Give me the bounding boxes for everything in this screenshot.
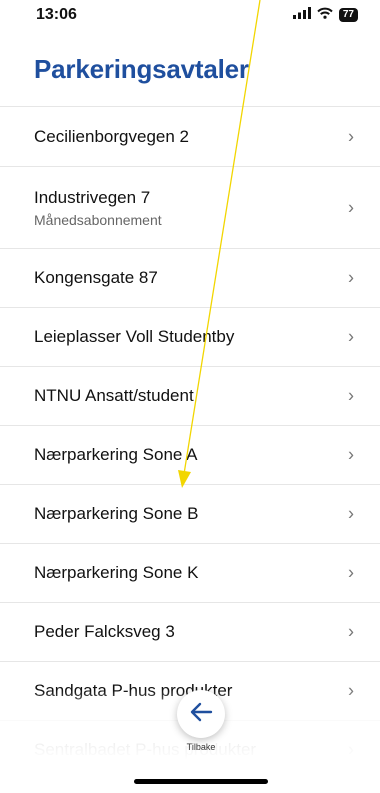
status-icons: 77 — [292, 6, 358, 24]
status-time: 13:06 — [36, 6, 77, 23]
chevron-right-icon: › — [348, 444, 354, 465]
list-item-label: Industrivegen 7 — [34, 187, 151, 207]
list-item-label: Peder Falcksveg 3 — [34, 622, 175, 641]
chevron-right-icon: › — [348, 326, 354, 347]
page-title: Parkeringsavtaler — [34, 54, 249, 84]
list-item[interactable]: Peder Falcksveg 3 › — [0, 602, 380, 661]
chevron-right-icon: › — [348, 267, 354, 288]
back-button[interactable] — [177, 690, 225, 738]
agreement-list: Cecilienborgvegen 2 › Industrivegen 7 Måned… — [0, 106, 380, 779]
list-item-label: Nærparkering Sone B — [34, 504, 199, 523]
list-item[interactable]: Nærparkering Sone K › — [0, 543, 380, 602]
wifi-icon — [317, 6, 333, 24]
status-bar: 13:06 77 — [0, 0, 380, 36]
back-control: Tilbake — [171, 690, 231, 752]
list-item-label: NTNU Ansatt/student — [34, 386, 194, 405]
list-item-label: Nærparkering Sone A — [34, 445, 198, 464]
list-item-sublabel: Månedsabonnement — [34, 211, 162, 228]
chevron-right-icon: › — [348, 197, 354, 217]
chevron-right-icon: › — [348, 385, 354, 406]
home-indicator — [134, 779, 268, 784]
list-item-label: Leieplasser Voll Studentby — [34, 327, 235, 346]
list-item-label: Cecilienborgvegen 2 — [34, 126, 189, 146]
list-item-label: Kongensgate 87 — [34, 268, 158, 287]
list-item[interactable]: Kongensgate 87 › — [0, 248, 380, 307]
back-label: Tilbake — [186, 742, 216, 752]
signal-icon — [292, 6, 311, 24]
list-item[interactable]: Nærparkering Sone B › — [0, 484, 380, 543]
list-item[interactable]: Cecilienborgvegen 2 › — [0, 106, 380, 166]
chevron-right-icon: › — [348, 562, 354, 583]
list-item-label: Nærparkering Sone K — [34, 563, 199, 582]
list-item[interactable]: Leieplasser Voll Studentby › — [0, 307, 380, 366]
battery-icon: 77 — [338, 8, 358, 22]
chevron-right-icon: › — [348, 621, 354, 642]
list-item[interactable]: Industrivegen 7 Månedsabonnement › — [0, 166, 380, 248]
chevron-right-icon: › — [348, 126, 354, 146]
list-item[interactable]: NTNU Ansatt/student › — [0, 366, 380, 425]
arrow-left-icon — [189, 701, 213, 728]
chevron-right-icon: › — [348, 503, 354, 524]
list-item[interactable]: Nærparkering Sone A › — [0, 425, 380, 484]
